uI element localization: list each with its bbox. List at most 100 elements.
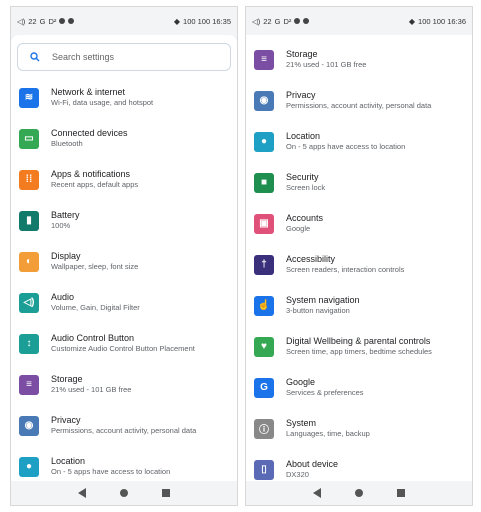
navigation-bar: [246, 481, 472, 505]
search-input[interactable]: Search settings: [17, 43, 231, 71]
display-icon: ◐: [19, 251, 39, 272]
settings-item-title: Battery: [51, 210, 80, 220]
settings-item-title: Network & internet: [51, 87, 126, 97]
privacy-icon: ◉: [19, 415, 39, 436]
settings-item-apps-notifications[interactable]: ⁞⁞ Apps & notifications Recent apps, defau…: [11, 159, 237, 200]
settings-list: ≡ Storage 21% used - 101 GB free ◉ Privacy Pe…: [246, 35, 472, 481]
settings-item-subtitle: Screen time, app timers, bedtime schedul…: [286, 347, 432, 356]
settings-status-icon: [68, 18, 75, 24]
wifi-status-icon: ◆: [408, 16, 416, 26]
security-icon: ■: [254, 172, 274, 193]
settings-item-storage[interactable]: ≡ Storage 21% used - 101 GB free: [246, 39, 472, 80]
settings-item-subtitle: DX320: [286, 470, 309, 479]
about-icon: ▯: [254, 459, 274, 480]
settings-item-title: Digital Wellbeing & parental controls: [286, 336, 431, 346]
settings-item-title: Privacy: [286, 90, 316, 100]
settings-item-subtitle: Screen readers, interaction controls: [286, 265, 405, 274]
settings-item-subtitle: Customize Audio Control Button Placement: [51, 344, 195, 353]
settings-item-subtitle: On - 5 apps have access to location: [286, 142, 406, 151]
status-bar: ◁) 22 G D² ◆ 100 100 16:35: [11, 7, 237, 35]
g-icon: G: [39, 16, 46, 26]
apps-icon: ⁞⁞: [19, 169, 39, 190]
google-icon: G: [254, 377, 274, 398]
location-icon: ●: [19, 456, 39, 477]
volume-icon: ◁): [17, 16, 26, 26]
recents-button[interactable]: [162, 489, 170, 497]
battery-icon: ▮: [19, 210, 39, 231]
back-button[interactable]: [78, 488, 86, 498]
settings-item-subtitle: Languages, time, backup: [286, 429, 370, 438]
home-button[interactable]: [355, 489, 363, 497]
settings-status-icon: [303, 18, 310, 24]
settings-item-accounts[interactable]: ▣ Accounts Google: [246, 203, 472, 244]
settings-item-title: Accounts: [286, 213, 324, 223]
settings-item-digital-wellbeing-parental-controls[interactable]: ♥ Digital Wellbeing & parental controls Sc…: [246, 326, 472, 367]
settings-item-title: Accessibility: [286, 254, 336, 264]
settings-item-subtitle: Recent apps, default apps: [51, 180, 139, 189]
settings-item-accessibility[interactable]: † Accessibility Screen readers, interactio…: [246, 244, 472, 285]
gesture-icon: ☝: [254, 295, 274, 316]
notification-icon: [294, 18, 301, 24]
back-button[interactable]: [313, 488, 321, 498]
settings-item-title: Apps & notifications: [51, 169, 131, 179]
settings-item-subtitle: 21% used - 101 GB free: [286, 60, 367, 69]
settings-item-subtitle: Wallpaper, sleep, font size: [51, 262, 139, 271]
settings-item-storage[interactable]: ≡ Storage 21% used - 101 GB free: [11, 364, 237, 405]
settings-item-location[interactable]: ● Location On - 5 apps have access to loca…: [246, 121, 472, 162]
wifi-status-icon: ◆: [173, 16, 181, 26]
phone-screen-left: ◁) 22 G D² ◆ 100 100 16:35 Search settin…: [10, 6, 238, 506]
navigation-bar: [11, 481, 237, 505]
settings-item-subtitle: On - 5 apps have access to location: [51, 467, 171, 476]
status-right-text: 100 100 16:36: [418, 16, 466, 26]
g-icon: G: [274, 16, 281, 26]
settings-item-connected-devices[interactable]: ▭ Connected devices Bluetooth: [11, 118, 237, 159]
settings-item-subtitle: Permissions, account activity, personal …: [286, 101, 432, 110]
settings-item-display[interactable]: ◐ Display Wallpaper, sleep, font size: [11, 241, 237, 282]
settings-item-system[interactable]: ⓘ System Languages, time, backup: [246, 408, 472, 449]
settings-item-title: Audio Control Button: [51, 333, 135, 343]
settings-item-subtitle: Services & preferences: [286, 388, 364, 397]
settings-item-subtitle: Permissions, account activity, personal …: [51, 426, 197, 435]
settings-item-security[interactable]: ■ Security Screen lock: [246, 162, 472, 203]
settings-item-audio-control-button[interactable]: ↕ Audio Control Button Customize Audio Con…: [11, 323, 237, 364]
settings-item-subtitle: Screen lock: [286, 183, 326, 192]
storage-icon: ≡: [19, 374, 39, 395]
settings-item-title: Security: [286, 172, 319, 182]
dsd-icon: D²: [283, 16, 292, 26]
settings-item-title: System: [286, 418, 317, 428]
settings-item-subtitle: 21% used - 101 GB free: [51, 385, 132, 394]
accounts-icon: ▣: [254, 213, 274, 234]
dsd-icon: D²: [48, 16, 57, 26]
settings-item-title: Privacy: [51, 415, 81, 425]
settings-item-title: Audio: [51, 292, 75, 302]
wellbeing-icon: ♥: [254, 336, 274, 357]
settings-item-battery[interactable]: ▮ Battery 100%: [11, 200, 237, 241]
settings-item-title: About device: [286, 459, 339, 469]
settings-item-title: Display: [51, 251, 81, 261]
storage-icon: ≡: [254, 49, 274, 70]
search-placeholder: Search settings: [52, 52, 115, 62]
accessibility-icon: †: [254, 254, 274, 275]
system-icon: ⓘ: [254, 418, 274, 439]
recents-button[interactable]: [397, 489, 405, 497]
settings-item-subtitle: 3-button navigation: [286, 306, 350, 315]
settings-item-subtitle: 100%: [51, 221, 71, 230]
settings-item-title: Storage: [286, 49, 318, 59]
location-icon: ●: [254, 131, 274, 152]
settings-item-audio[interactable]: ◁) Audio Volume, Gain, Digital Filter: [11, 282, 237, 323]
privacy-icon: ◉: [254, 90, 274, 111]
settings-item-privacy[interactable]: ◉ Privacy Permissions, account activity, p…: [11, 405, 237, 446]
settings-item-subtitle: Bluetooth: [51, 139, 83, 148]
status-bar: ◁) 22 G D² ◆ 100 100 16:36: [246, 7, 472, 35]
search-icon: [24, 52, 46, 62]
devices-icon: ▭: [19, 128, 39, 149]
status-right-text: 100 100 16:35: [183, 16, 231, 26]
settings-item-network-internet[interactable]: ≋ Network & internet Wi-Fi, data usage, an…: [11, 77, 237, 118]
settings-item-system-navigation[interactable]: ☝ System navigation 3-button navigation: [246, 285, 472, 326]
home-button[interactable]: [120, 489, 128, 497]
settings-item-google[interactable]: G Google Services & preferences: [246, 367, 472, 408]
settings-item-privacy[interactable]: ◉ Privacy Permissions, account activity, p…: [246, 80, 472, 121]
volume-icon: ◁): [252, 16, 261, 26]
settings-item-title: Location: [51, 456, 86, 466]
volume-level: 22: [263, 16, 272, 26]
